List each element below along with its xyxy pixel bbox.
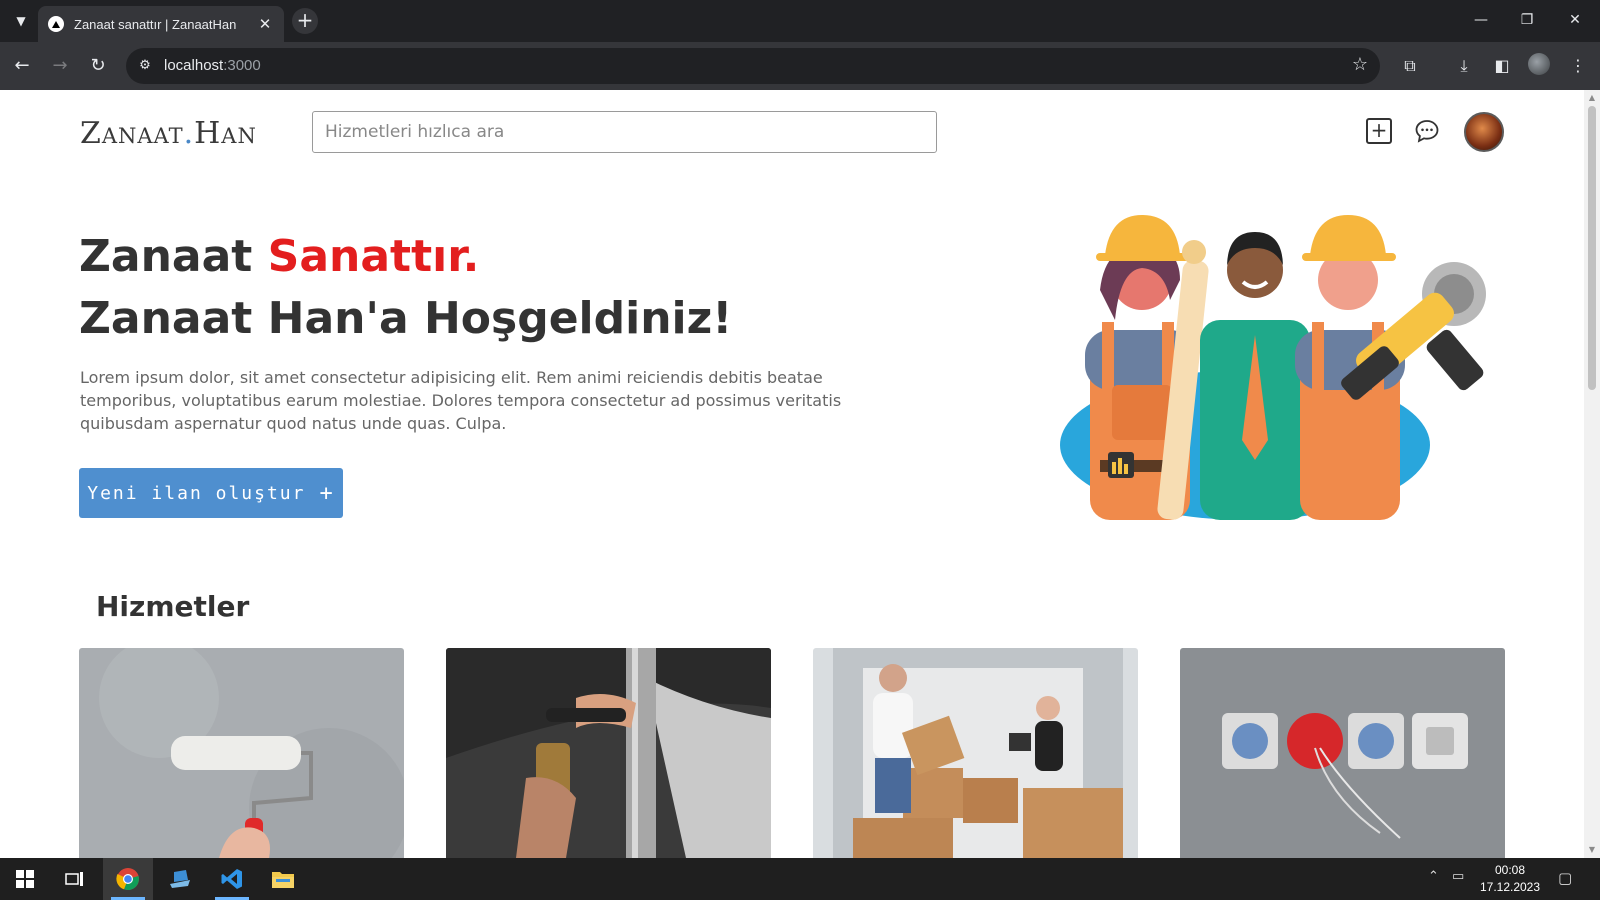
task-view-icon[interactable] — [50, 858, 100, 900]
url-text[interactable]: localhost:3000 — [164, 57, 261, 74]
notifications-icon[interactable]: ▢ — [1558, 869, 1572, 887]
minimize-icon[interactable]: — — [1466, 8, 1496, 32]
site-logo[interactable]: Zanaat.Han — [80, 116, 257, 151]
hero-description: Lorem ipsum dolor, sit amet consectetur … — [80, 368, 842, 433]
close-tab-icon[interactable]: ✕ — [256, 15, 274, 33]
create-listing-button[interactable]: Yeni ilan oluştur + — [79, 468, 343, 518]
painting-image — [79, 648, 404, 858]
add-listing-icon[interactable]: + — [1366, 118, 1392, 144]
hero-title: Zanaat Sanattır. Zanaat Han'a Hoşgeldini… — [79, 231, 733, 344]
start-icon[interactable] — [0, 858, 50, 900]
web-page: Zanaat.Han + Zanaat Sanattır. Zanaat Han… — [0, 90, 1584, 858]
workers-illustration — [1060, 215, 1486, 520]
system-clock[interactable]: 00:08 17.12.2023 — [1470, 862, 1550, 896]
windows-taskbar: ⌃ ▭ 00:08 17.12.2023 ▢ — [0, 858, 1600, 900]
user-avatar[interactable] — [1464, 112, 1504, 152]
scroll-up-icon[interactable]: ▲ — [1587, 93, 1597, 103]
side-panel-icon[interactable]: ◧ — [1490, 54, 1514, 78]
tray-overflow-icon[interactable]: ⌃ — [1428, 869, 1439, 884]
site-favicon-icon — [48, 16, 64, 32]
electrical-image — [1180, 648, 1505, 858]
restore-icon[interactable]: ❐ — [1512, 8, 1542, 32]
tab-title: Zanaat sanattır | ZanaatHan — [74, 16, 237, 32]
site-info-icon[interactable]: ⚙ — [134, 55, 156, 77]
bookmark-star-icon[interactable]: ☆ — [1352, 54, 1368, 75]
search-input[interactable] — [312, 111, 937, 153]
scrollbar-thumb[interactable] — [1588, 106, 1596, 390]
extensions-icon[interactable]: ⧉ — [1398, 54, 1422, 78]
service-card-painting[interactable] — [79, 648, 404, 858]
back-icon[interactable]: ← — [10, 54, 34, 78]
file-explorer-icon[interactable] — [258, 858, 308, 900]
download-icon[interactable]: ⤓ — [1452, 54, 1476, 78]
tab-search-icon[interactable]: ▼ — [10, 10, 32, 32]
network-icon[interactable]: ▭ — [1452, 869, 1464, 884]
browser-profile-avatar[interactable] — [1528, 53, 1550, 75]
vscode-taskbar-icon[interactable] — [207, 858, 257, 900]
services-title: Hizmetler — [96, 590, 250, 623]
scroll-down-icon[interactable]: ▼ — [1587, 845, 1597, 855]
close-window-icon[interactable]: ✕ — [1560, 8, 1590, 32]
browser-menu-icon[interactable]: ⋮ — [1566, 54, 1590, 78]
moving-image — [813, 648, 1138, 858]
service-card-plumbing[interactable] — [446, 648, 771, 858]
new-tab-button[interactable]: + — [292, 8, 318, 34]
app-taskbar-icon[interactable] — [155, 858, 205, 900]
chrome-taskbar-icon[interactable] — [103, 858, 153, 900]
browser-tab[interactable]: Zanaat sanattır | ZanaatHan ✕ — [38, 6, 284, 42]
plus-icon: + — [319, 480, 335, 506]
plumbing-image — [446, 648, 771, 858]
address-bar[interactable]: ⚙ localhost:3000 ☆ — [126, 48, 1380, 84]
browser-toolbar: ← → ↻ ⚙ localhost:3000 ☆ ⧉ ⤓ ◧ ⋮ — [0, 42, 1600, 90]
reload-icon[interactable]: ↻ — [86, 54, 110, 78]
chat-icon[interactable] — [1414, 118, 1440, 144]
service-card-electrical[interactable] — [1180, 648, 1505, 858]
forward-icon[interactable]: → — [48, 54, 72, 78]
page-scrollbar[interactable]: ▲ ▼ — [1584, 90, 1600, 858]
browser-tab-bar: ▼ Zanaat sanattır | ZanaatHan ✕ + — ❐ ✕ — [0, 0, 1600, 42]
service-card-moving[interactable] — [813, 648, 1138, 858]
